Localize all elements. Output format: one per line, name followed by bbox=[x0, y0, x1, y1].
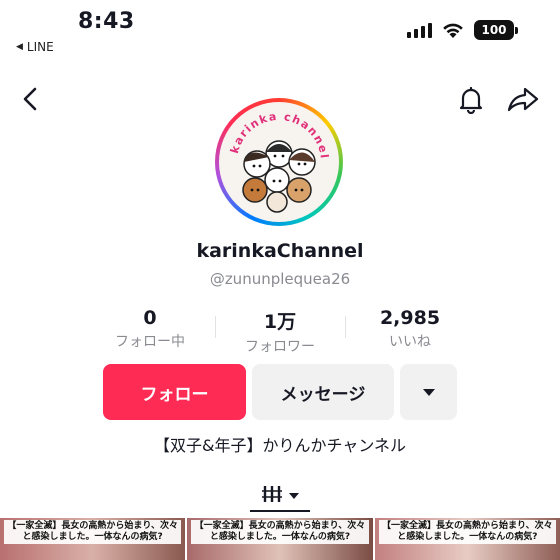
status-time: 8:43 bbox=[78, 9, 135, 34]
video-caption: 【一家全滅】長女の高熱から始まり、次々と感染しました。一体なんの病気? bbox=[191, 520, 369, 544]
video-caption: 【一家全滅】長女の高熱から始まり、次々と感染しました。一体なんの病気? bbox=[378, 520, 556, 544]
follow-button[interactable]: フォロー bbox=[103, 364, 246, 420]
video-grid-icon[interactable] bbox=[262, 482, 302, 506]
signal-icon bbox=[407, 22, 432, 38]
profile-avatar[interactable]: karinka channel bbox=[215, 98, 343, 226]
back-app-label: LINE bbox=[26, 40, 54, 54]
profile-bio: 【双子&年子】かりんかチャンネル bbox=[154, 436, 406, 455]
avatar-illustration: karinka channel bbox=[219, 102, 339, 222]
followers-label: フォロワー bbox=[245, 339, 315, 355]
more-dropdown-button[interactable] bbox=[400, 364, 457, 420]
video-thumbnail[interactable]: 【一家全滅】長女の高熱から始まり、次々と感染しました。一体なんの病気? bbox=[187, 518, 373, 560]
video-caption: 【一家全滅】長女の高熱から始まり、次々と感染しました。一体なんの病気? bbox=[4, 520, 182, 544]
status-icons: 100 bbox=[407, 20, 518, 40]
bell-icon[interactable] bbox=[456, 84, 486, 114]
share-arrow-icon[interactable] bbox=[506, 84, 540, 114]
back-triangle-icon: ◀ bbox=[16, 42, 23, 52]
back-chevron-icon[interactable] bbox=[16, 84, 46, 114]
tab-active-underline bbox=[250, 510, 310, 512]
avatar-family-drawing: karinka channel bbox=[228, 110, 329, 213]
profile-handle: @zununplequea26 bbox=[209, 270, 351, 288]
video-thumbnail[interactable]: 【一家全滅】長女の高熱から始まり、次々と感染しました。一体なんの病気? bbox=[374, 518, 560, 560]
likes-label: いいね bbox=[389, 334, 431, 350]
dropdown-caret-icon bbox=[422, 388, 435, 396]
battery-indicator: 100 bbox=[474, 20, 518, 40]
video-thumbnail[interactable]: 【一家全滅】長女の高熱から始まり、次々と感染しました。一体なんの病気? bbox=[0, 518, 186, 560]
likes-count: 2,985 bbox=[379, 307, 441, 329]
stat-followers[interactable]: 1万 フォロワー bbox=[210, 307, 350, 356]
wifi-icon bbox=[443, 23, 463, 38]
video-grid: 【一家全滅】長女の高熱から始まり、次々と感染しました。一体なんの病気? 【一家全… bbox=[0, 518, 560, 560]
followers-count: 1万 bbox=[263, 311, 297, 333]
following-label: フォロー中 bbox=[115, 334, 185, 350]
profile-username: karinkaChannel bbox=[196, 240, 364, 262]
stat-following[interactable]: 0 フォロー中 bbox=[80, 307, 220, 351]
stat-likes[interactable]: 2,985 いいね bbox=[340, 307, 480, 351]
following-count: 0 bbox=[143, 307, 157, 329]
status-bar: 8:43 ◀ LINE 100 bbox=[0, 0, 560, 62]
message-button[interactable]: メッセージ bbox=[252, 364, 394, 420]
back-to-app[interactable]: ◀ LINE bbox=[16, 40, 54, 54]
